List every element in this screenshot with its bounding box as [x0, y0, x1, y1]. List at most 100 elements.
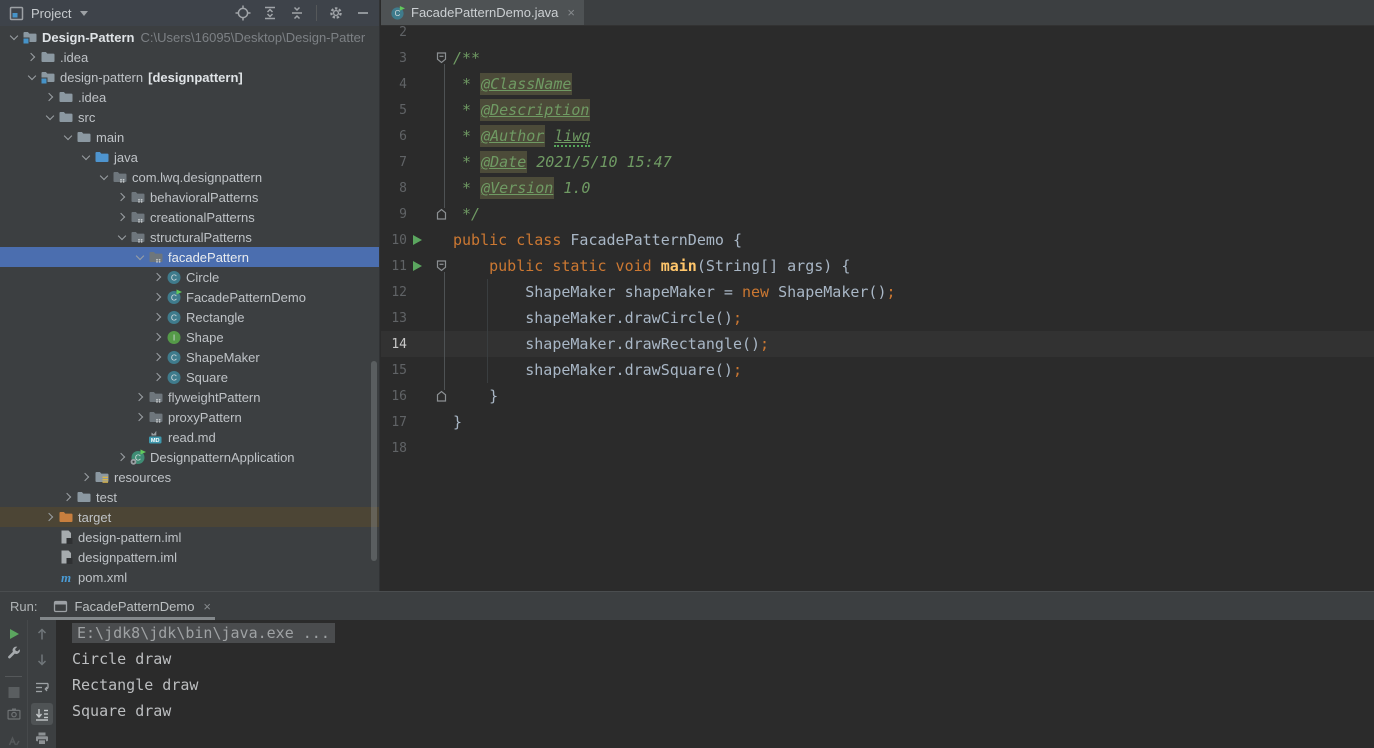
- tree-scrollbar[interactable]: [371, 361, 377, 561]
- chevron-right-icon[interactable]: [114, 209, 130, 225]
- project-panel-title[interactable]: Project: [31, 6, 71, 21]
- code-line-18[interactable]: 18: [381, 435, 1374, 461]
- rerun-icon[interactable]: [8, 628, 20, 640]
- line-number[interactable]: 18: [381, 441, 407, 456]
- tree-item--idea[interactable]: .idea: [0, 47, 379, 67]
- chevron-right-icon[interactable]: [150, 349, 166, 365]
- tree-item-flyweightpattern[interactable]: flyweightPattern: [0, 387, 379, 407]
- tree-item-facadepattern[interactable]: facadePattern: [0, 247, 379, 267]
- code-text[interactable]: shapeMaker.drawRectangle();: [451, 335, 769, 353]
- line-number[interactable]: 12: [381, 285, 407, 300]
- chevron-down-icon[interactable]: [78, 149, 94, 165]
- code-line-10[interactable]: 10 public class FacadePatternDemo {: [381, 227, 1374, 253]
- chevron-right-icon[interactable]: [114, 189, 130, 205]
- tree-item--idea[interactable]: .idea: [0, 87, 379, 107]
- line-number[interactable]: 7: [381, 155, 407, 170]
- chevron-right-icon[interactable]: [150, 369, 166, 385]
- editor-tab-facadepatterndemo[interactable]: C FacadePatternDemo.java ×: [381, 0, 585, 25]
- tree-item-shape[interactable]: I Shape: [0, 327, 379, 347]
- up-arrow-icon[interactable]: [36, 628, 48, 641]
- line-number[interactable]: 11: [381, 259, 407, 274]
- tree-item-com-lwq-designpattern[interactable]: com.lwq.designpattern: [0, 167, 379, 187]
- tree-item-test[interactable]: test: [0, 487, 379, 507]
- tree-item-designpatternapplication[interactable]: C DesignpatternApplication: [0, 447, 379, 467]
- tree-item-pom-xml[interactable]: m pom.xml: [0, 567, 379, 587]
- line-number[interactable]: 14: [381, 337, 407, 352]
- code-text[interactable]: }: [451, 413, 462, 431]
- chevron-down-icon[interactable]: [24, 69, 40, 85]
- code-line-3[interactable]: 3 /**: [381, 45, 1374, 71]
- chevron-down-icon[interactable]: [132, 249, 148, 265]
- print-icon[interactable]: [35, 732, 49, 745]
- code-text[interactable]: * @Author liwq: [451, 125, 591, 147]
- locate-icon[interactable]: [235, 5, 251, 21]
- down-arrow-icon[interactable]: [36, 653, 48, 666]
- tree-item-structuralpatterns[interactable]: structuralPatterns: [0, 227, 379, 247]
- code-line-5[interactable]: 5 * @Description: [381, 97, 1374, 123]
- line-number[interactable]: 9: [381, 207, 407, 222]
- code-text[interactable]: public class FacadePatternDemo {: [451, 231, 742, 249]
- fold-end-icon[interactable]: [427, 208, 451, 220]
- tree-item-java[interactable]: java: [0, 147, 379, 167]
- code-line-6[interactable]: 6 * @Author liwq: [381, 123, 1374, 149]
- settings-gear-icon[interactable]: [328, 5, 344, 21]
- code-line-11[interactable]: 11 public static void main(String[] args…: [381, 253, 1374, 279]
- line-number[interactable]: 17: [381, 415, 407, 430]
- chevron-right-icon[interactable]: [150, 309, 166, 325]
- tree-item-behavioralpatterns[interactable]: behavioralPatterns: [0, 187, 379, 207]
- tree-item-resources[interactable]: resources: [0, 467, 379, 487]
- tree-item-circle[interactable]: C Circle: [0, 267, 379, 287]
- chevron-down-icon[interactable]: [96, 169, 112, 185]
- run-tab-facadepatterndemo[interactable]: FacadePatternDemo ×: [53, 599, 211, 614]
- chevron-right-icon[interactable]: [24, 49, 40, 65]
- code-text[interactable]: * @ClassName: [451, 73, 573, 95]
- line-number[interactable]: 8: [381, 181, 407, 196]
- code-line-16[interactable]: 16 }: [381, 383, 1374, 409]
- close-icon[interactable]: ×: [567, 5, 575, 20]
- code-text[interactable]: * @Version 1.0: [451, 177, 590, 199]
- build-icon[interactable]: [7, 736, 20, 746]
- stop-icon[interactable]: [8, 687, 19, 698]
- code-text[interactable]: * @Date 2021/5/10 15:47: [451, 151, 672, 173]
- code-line-17[interactable]: 17}: [381, 409, 1374, 435]
- tree-item-creationalpatterns[interactable]: creationalPatterns: [0, 207, 379, 227]
- line-number[interactable]: 6: [381, 129, 407, 144]
- fold-start-icon[interactable]: [427, 52, 451, 64]
- settings-wrench-icon[interactable]: [7, 646, 21, 660]
- line-number[interactable]: 13: [381, 311, 407, 326]
- tree-item-design-pattern-iml[interactable]: design-pattern.iml: [0, 527, 379, 547]
- run-gutter-icon[interactable]: [407, 235, 427, 245]
- code-line-13[interactable]: 13 shapeMaker.drawCircle();: [381, 305, 1374, 331]
- tree-item-main[interactable]: main: [0, 127, 379, 147]
- code-line-15[interactable]: 15 shapeMaker.drawSquare();: [381, 357, 1374, 383]
- code-line-8[interactable]: 8 * @Version 1.0: [381, 175, 1374, 201]
- code-text[interactable]: ShapeMaker shapeMaker = new ShapeMaker()…: [451, 283, 895, 301]
- fold-start-icon[interactable]: [427, 260, 451, 272]
- line-number[interactable]: 5: [381, 103, 407, 118]
- code-line-4[interactable]: 4 * @ClassName: [381, 71, 1374, 97]
- code-text[interactable]: * @Description: [451, 99, 591, 121]
- code-text[interactable]: }: [451, 387, 498, 405]
- chevron-right-icon[interactable]: [132, 409, 148, 425]
- tree-item-target[interactable]: target: [0, 507, 379, 527]
- soft-wrap-icon[interactable]: [35, 681, 49, 694]
- chevron-right-icon[interactable]: [42, 89, 58, 105]
- line-number[interactable]: 3: [381, 51, 407, 66]
- tree-item-designpattern-iml[interactable]: designpattern.iml: [0, 547, 379, 567]
- line-number[interactable]: 4: [381, 77, 407, 92]
- code-line-7[interactable]: 7 * @Date 2021/5/10 15:47: [381, 149, 1374, 175]
- code-text[interactable]: public static void main(String[] args) {: [451, 257, 850, 275]
- code-text[interactable]: /**: [451, 49, 480, 67]
- tree-item-facadepatterndemo[interactable]: C FacadePatternDemo: [0, 287, 379, 307]
- chevron-right-icon[interactable]: [78, 469, 94, 485]
- camera-icon[interactable]: [7, 708, 20, 720]
- code-region[interactable]: 2 3/** 4 * @ClassName 5 * @Description 6 * @…: [381, 26, 1374, 591]
- chevron-right-icon[interactable]: [42, 509, 58, 525]
- fold-end-icon[interactable]: [427, 390, 451, 402]
- code-text[interactable]: shapeMaker.drawCircle();: [451, 309, 742, 327]
- chevron-right-icon[interactable]: [150, 329, 166, 345]
- chevron-right-icon[interactable]: [114, 449, 130, 465]
- chevron-down-icon[interactable]: [114, 229, 130, 245]
- code-line-9[interactable]: 9 */: [381, 201, 1374, 227]
- line-number[interactable]: 10: [381, 233, 407, 248]
